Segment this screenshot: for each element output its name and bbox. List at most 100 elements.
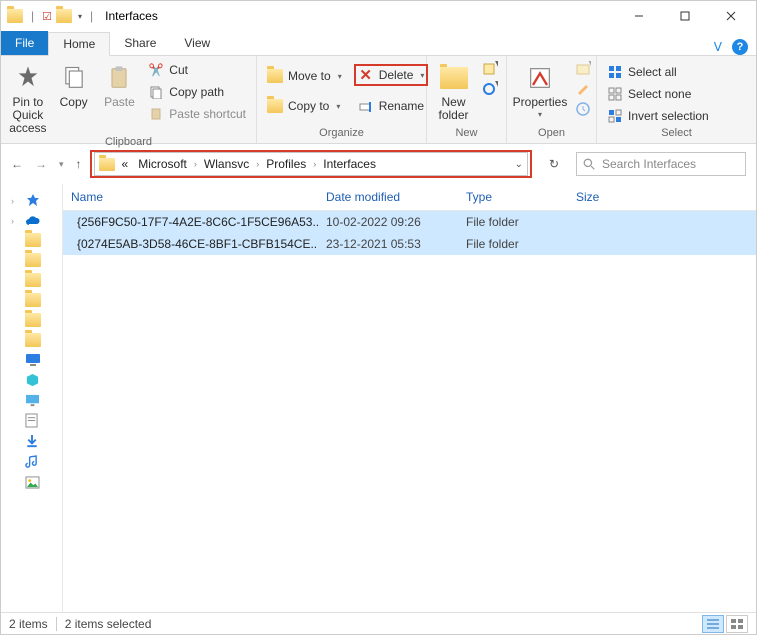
sidebar-documents[interactable]: [1, 410, 62, 431]
desktop-icon: [25, 394, 40, 407]
titlebar-separator: |: [90, 9, 93, 23]
qat-checkbox-icon[interactable]: ☑: [42, 10, 52, 23]
rename-button[interactable]: Rename: [354, 96, 429, 116]
svg-text:▾: ▾: [495, 81, 498, 90]
back-button[interactable]: ←: [11, 157, 23, 171]
tab-home[interactable]: Home: [48, 32, 110, 56]
cut-button[interactable]: ✂️Cut: [144, 60, 250, 80]
sidebar-desktop[interactable]: [1, 391, 62, 410]
folder-icon: [25, 233, 41, 247]
paste-label: Paste: [104, 96, 135, 109]
edit-icon[interactable]: [573, 80, 593, 98]
paste-shortcut-button[interactable]: Paste shortcut: [144, 104, 250, 124]
sidebar-onedrive[interactable]: ›: [1, 212, 62, 230]
sidebar-downloads[interactable]: [1, 431, 62, 452]
nav-row: ← → ▾ ↑ « Microsoft› Wlansvc› Profiles› …: [1, 144, 756, 184]
address-folder-icon: [99, 158, 115, 171]
titlebar-quick-icons: | ☑ ▾ |: [3, 9, 97, 23]
pc-icon: [25, 353, 41, 367]
sidebar-folder[interactable]: [1, 270, 62, 290]
up-button[interactable]: ↑: [76, 157, 82, 171]
thumbnails-view-button[interactable]: [726, 615, 748, 633]
refresh-button[interactable]: ↻: [540, 157, 568, 171]
breadcrumb-item[interactable]: Microsoft: [135, 157, 190, 171]
window-title: Interfaces: [105, 9, 158, 23]
details-view-button[interactable]: [702, 615, 724, 633]
paste-shortcut-icon: [148, 106, 164, 122]
status-item-count: 2 items: [9, 617, 48, 631]
address-dropdown-icon[interactable]: ⌄: [515, 159, 523, 170]
col-date[interactable]: Date modified: [318, 188, 458, 206]
new-folder-label: New folder: [433, 96, 474, 122]
sidebar-folder[interactable]: [1, 310, 62, 330]
history-icon[interactable]: [573, 100, 593, 118]
copy-path-button[interactable]: Copy path: [144, 82, 250, 102]
qat-dropdown-icon[interactable]: ▾: [78, 12, 82, 21]
pin-label: Pin to Quick access: [7, 96, 49, 136]
sidebar-quick-access[interactable]: ›: [1, 190, 62, 212]
sidebar-music[interactable]: [1, 452, 62, 473]
titlebar-separator: |: [31, 9, 34, 23]
maximize-button[interactable]: [662, 1, 708, 31]
invert-selection-button[interactable]: Invert selection: [603, 106, 713, 126]
chevron-down-icon: ▾: [420, 71, 424, 80]
forward-button[interactable]: →: [35, 157, 47, 171]
copy-label: Copy: [60, 96, 88, 109]
nav-pane[interactable]: › ›: [1, 184, 63, 612]
star-icon: [25, 193, 41, 209]
caret-icon: ›: [11, 216, 14, 226]
ribbon-collapse-icon[interactable]: ᐯ: [714, 40, 722, 54]
breadcrumb-item[interactable]: Wlansvc: [201, 157, 252, 171]
file-row[interactable]: {0274E5AB-3D58-46CE-8BF1-CBFB154CE... 23…: [63, 233, 756, 255]
breadcrumb-item[interactable]: Profiles: [263, 157, 309, 171]
pin-to-quick-access-button[interactable]: Pin to Quick access: [7, 58, 49, 136]
status-bar: 2 items 2 items selected: [1, 612, 756, 634]
folder-icon: [25, 313, 41, 327]
paste-button[interactable]: Paste: [99, 58, 141, 109]
folder-icon: [25, 253, 41, 267]
easy-access-icon[interactable]: ▾: [480, 80, 500, 98]
col-type[interactable]: Type: [458, 188, 568, 206]
music-icon: [25, 455, 38, 470]
col-size[interactable]: Size: [568, 188, 756, 206]
file-row[interactable]: {256F9C50-17F7-4A2E-8C6C-1F5CE96A53... 1…: [63, 211, 756, 233]
close-button[interactable]: [708, 1, 754, 31]
move-to-button[interactable]: Move to▾: [263, 66, 346, 86]
address-bar[interactable]: « Microsoft› Wlansvc› Profiles› Interfac…: [94, 152, 528, 176]
group-select-label: Select: [603, 127, 750, 141]
open-icon[interactable]: ▾: [573, 60, 593, 78]
recent-dropdown-icon[interactable]: ▾: [59, 159, 64, 170]
folder-icon: [25, 293, 41, 307]
sidebar-folder[interactable]: [1, 230, 62, 250]
tab-file[interactable]: File: [1, 31, 48, 55]
rename-icon: [358, 98, 374, 114]
breadcrumb-item[interactable]: Interfaces: [320, 157, 379, 171]
new-folder-button[interactable]: New folder: [433, 58, 474, 122]
tab-view[interactable]: View: [170, 31, 224, 55]
select-all-icon: [607, 64, 623, 80]
chevron-right-icon[interactable]: ›: [256, 159, 259, 169]
sidebar-folder[interactable]: [1, 330, 62, 350]
sidebar-folder[interactable]: [1, 290, 62, 310]
new-item-icon[interactable]: ▾: [480, 60, 500, 78]
tab-share[interactable]: Share: [110, 31, 170, 55]
properties-button[interactable]: Properties ▾: [513, 58, 567, 120]
copy-button[interactable]: Copy: [53, 58, 95, 109]
sidebar-folder[interactable]: [1, 250, 62, 270]
search-box[interactable]: Search Interfaces: [576, 152, 746, 176]
chevron-right-icon[interactable]: ›: [313, 159, 316, 169]
chevron-down-icon: ▾: [336, 102, 340, 111]
qat-folder-icon[interactable]: [56, 9, 72, 23]
sidebar-3d-objects[interactable]: [1, 370, 62, 391]
sidebar-pictures[interactable]: [1, 473, 62, 492]
delete-button[interactable]: ✕Delete▾: [354, 64, 429, 86]
copy-to-icon: [267, 99, 283, 113]
copy-to-button[interactable]: Copy to▾: [263, 96, 346, 116]
select-none-button[interactable]: Select none: [603, 84, 713, 104]
select-all-button[interactable]: Select all: [603, 62, 713, 82]
help-icon[interactable]: ?: [732, 39, 748, 55]
sidebar-this-pc[interactable]: [1, 350, 62, 370]
chevron-right-icon[interactable]: ›: [194, 159, 197, 169]
col-name[interactable]: Name: [63, 188, 318, 206]
minimize-button[interactable]: [616, 1, 662, 31]
